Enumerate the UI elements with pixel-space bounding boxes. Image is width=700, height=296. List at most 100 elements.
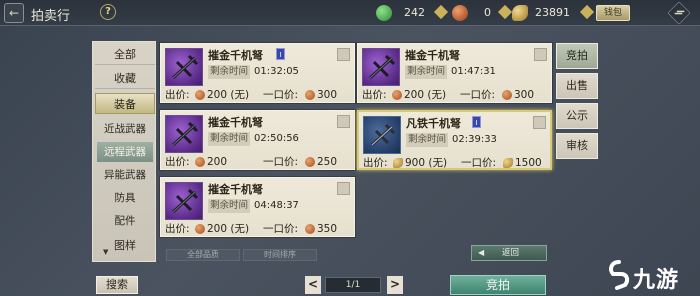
nav-item-favorites[interactable]: 收藏	[95, 68, 155, 89]
listing-card[interactable]: 摧金千机弩 剩余时间 04:48:37 出价: 200 (无) 一口价: 350	[160, 177, 355, 237]
nav-item-blueprint-label: 图样	[114, 239, 136, 252]
time-remaining: 剩余时间 02:50:56	[208, 132, 348, 146]
listing-card[interactable]: 摧金千机弩 剩余时间 01:47:31 出价: 200 (无) 一口价: 300	[357, 43, 552, 103]
nav-item-equipment[interactable]: 装备	[95, 93, 155, 114]
logo-mark-icon	[609, 260, 630, 290]
next-page-button[interactable]: >	[387, 276, 403, 294]
search-button[interactable]: 搜索	[96, 276, 138, 294]
time-value: 01:47:31	[451, 66, 496, 77]
bid-button[interactable]: 竞拍	[450, 275, 546, 295]
time-label: 剩余时间	[208, 65, 251, 79]
green-gem-icon	[376, 5, 392, 21]
top-bar: ← 拍卖行 ? 242 0 23891 钱包	[0, 0, 700, 26]
logo-text: 九游	[633, 268, 680, 293]
add-gold-icon[interactable]	[579, 4, 595, 20]
tab-auction[interactable]: 竞拍	[556, 43, 598, 69]
bid-label: 出价:	[165, 156, 190, 168]
nav-sub-accessory[interactable]: 配件	[97, 211, 153, 231]
gold-ingot-icon	[503, 158, 513, 168]
buyout-label: 一口价:	[460, 89, 496, 101]
buyout-label: 一口价:	[263, 223, 299, 235]
category-nav: 全部 收藏 装备 近战武器 远程武器 异能武器 防具 配件 ▼ 图样	[92, 41, 156, 262]
time-label: 剩余时间	[405, 65, 448, 79]
time-label: 剩余时间	[208, 132, 251, 146]
copper-coin-icon	[305, 90, 315, 100]
prev-page-button[interactable]: <	[305, 276, 321, 294]
bid-label: 出价:	[165, 223, 190, 235]
listing-card[interactable]: 摧金千机弩 I 剩余时间 01:32:05 出价: 200 (无) 一口价: 3…	[160, 43, 355, 103]
menu-icon[interactable]	[667, 1, 691, 25]
item-name: 摧金千机弩	[208, 49, 263, 62]
time-remaining: 剩余时间 01:47:31	[405, 65, 545, 79]
time-remaining: 剩余时间 01:32:05	[208, 65, 348, 79]
time-value: 02:39:33	[452, 134, 497, 145]
currency-gold-value: 23891	[535, 6, 570, 19]
price-row: 出价: 200 (无) 一口价: 300	[165, 88, 350, 102]
gold-ingot-icon	[393, 158, 403, 168]
nav-sub-melee[interactable]: 近战武器	[97, 119, 153, 139]
time-label: 剩余时间	[208, 199, 251, 213]
item-name: 凡铁千机弩	[406, 117, 461, 130]
favorite-checkbox[interactable]	[337, 48, 350, 61]
buyout-label: 一口价:	[263, 89, 299, 101]
buyout-value: 300	[514, 89, 535, 101]
currency-copper-value: 0	[484, 6, 491, 19]
buyout-value: 300	[317, 89, 338, 101]
bid-value: 200 (无)	[404, 89, 447, 101]
listing-card[interactable]: 摧金千机弩 剩余时间 02:50:56 出价: 200 一口价: 250	[160, 110, 355, 170]
bid-value: 200 (无)	[207, 223, 250, 235]
copper-coin-icon	[195, 224, 205, 234]
time-value: 04:48:37	[254, 200, 299, 211]
bid-value: 200 (无)	[207, 89, 250, 101]
item-name: 摧金千机弩	[208, 116, 263, 129]
nav-item-blueprint[interactable]: ▼ 图样	[95, 235, 155, 256]
nav-item-all[interactable]: 全部	[95, 44, 155, 65]
currency-copper: 0	[452, 4, 513, 22]
tab-review[interactable]: 审核	[556, 133, 598, 159]
chevron-down-icon: ▼	[103, 248, 109, 256]
copper-coin-icon	[305, 157, 315, 167]
favorite-checkbox[interactable]	[337, 182, 350, 195]
copper-coin-icon	[195, 157, 205, 167]
listing-card-selected[interactable]: 凡铁千机弩 I 剩余时间 02:39:33 出价: 900 (无) 一口价: 1…	[357, 110, 552, 170]
arrow-left-icon: ◀	[478, 248, 485, 257]
tab-sell[interactable]: 出售	[556, 73, 598, 99]
buyout-label: 一口价:	[263, 156, 299, 168]
copper-coin-icon	[195, 90, 205, 100]
crossbow-icon	[165, 115, 203, 153]
gold-ingot-icon	[512, 5, 528, 21]
wallet-button[interactable]: 钱包	[596, 5, 630, 21]
time-remaining: 剩余时间 04:48:37	[208, 199, 348, 213]
return-button[interactable]: ◀ 返回	[471, 245, 547, 261]
item-name: 摧金千机弩	[405, 49, 460, 62]
page-title: 拍卖行	[31, 9, 71, 24]
time-label: 剩余时间	[406, 133, 449, 147]
tier-badge-icon: I	[276, 48, 285, 60]
crossbow-icon	[363, 116, 401, 154]
price-row: 出价: 200 一口价: 250	[165, 155, 350, 169]
add-copper-icon[interactable]	[497, 4, 513, 20]
crossbow-icon	[165, 182, 203, 220]
help-icon[interactable]: ?	[100, 4, 116, 20]
watermark-logo: 九游	[607, 258, 697, 293]
favorite-checkbox[interactable]	[534, 48, 547, 61]
sort-filter[interactable]: 时间排序	[243, 249, 317, 261]
favorite-checkbox[interactable]	[337, 115, 350, 128]
price-row: 出价: 200 (无) 一口价: 350	[165, 222, 350, 236]
crossbow-icon	[362, 48, 400, 86]
copper-coin-icon	[305, 224, 315, 234]
quality-filter[interactable]: 全部品质	[166, 249, 240, 261]
buyout-label: 一口价:	[461, 157, 497, 169]
tab-announce[interactable]: 公示	[556, 103, 598, 129]
nav-sub-ranged[interactable]: 远程武器	[97, 142, 153, 162]
nav-sub-esper[interactable]: 异能武器	[97, 165, 153, 185]
bid-value: 200	[207, 156, 228, 168]
back-button[interactable]: ←	[4, 3, 24, 23]
nav-sub-armor[interactable]: 防具	[97, 188, 153, 208]
favorite-checkbox[interactable]	[533, 116, 546, 129]
add-jade-icon[interactable]	[433, 4, 449, 20]
page-indicator: 1/1	[325, 277, 381, 293]
bid-value: 900 (无)	[405, 157, 448, 169]
buyout-value: 250	[317, 156, 338, 168]
item-name: 摧金千机弩	[208, 183, 263, 196]
